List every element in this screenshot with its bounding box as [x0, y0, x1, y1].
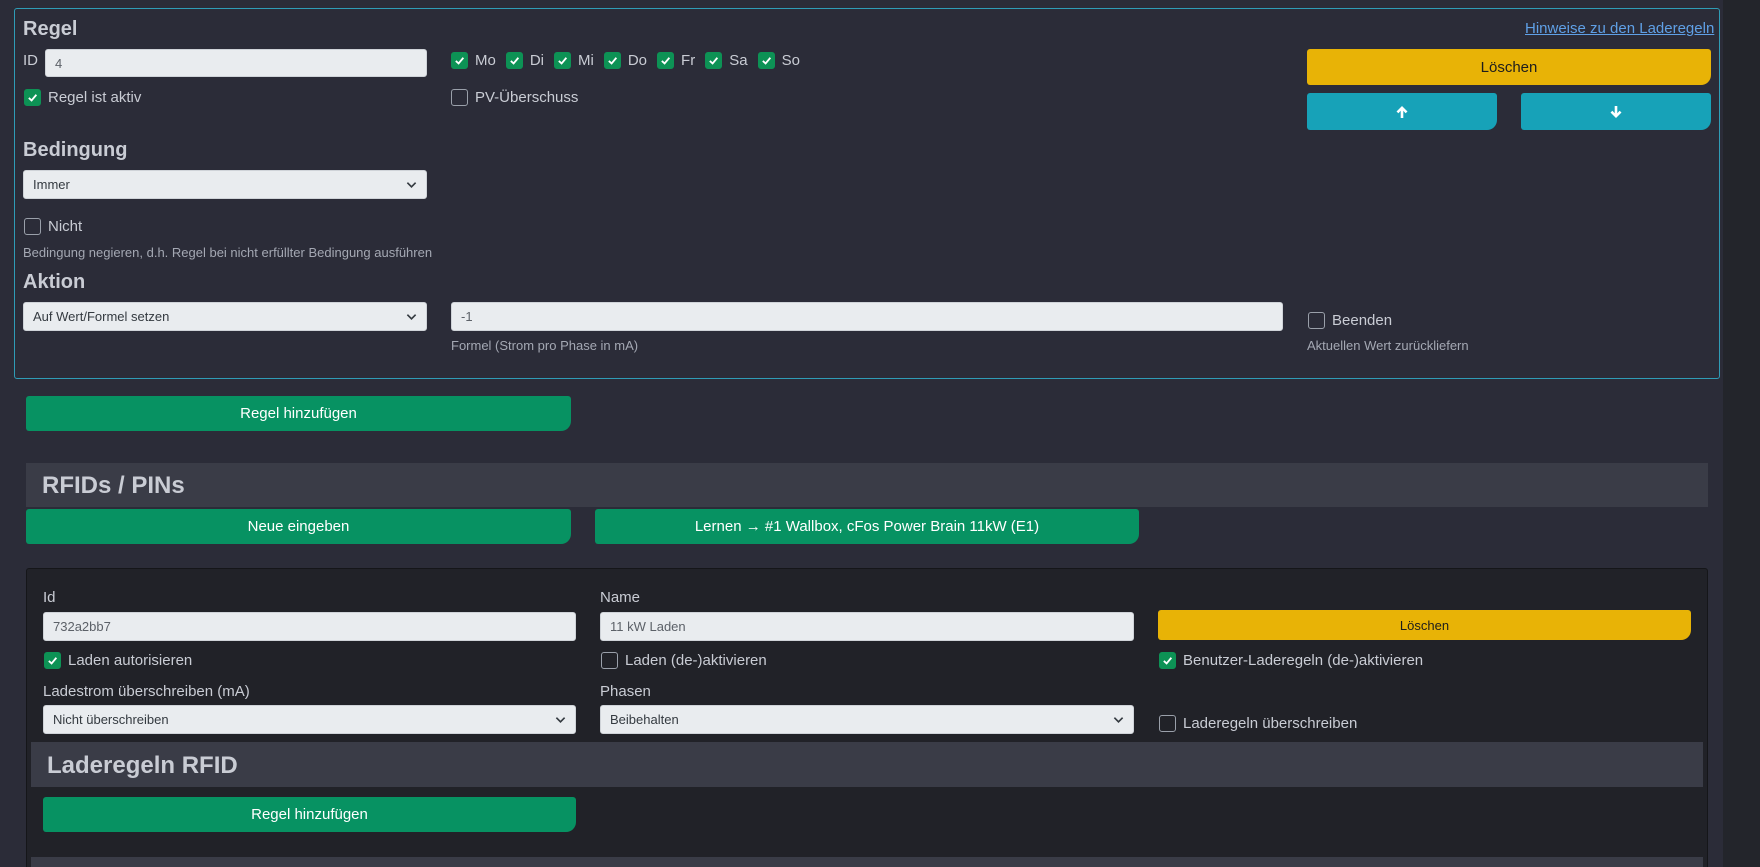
weekday-so[interactable]: So	[757, 52, 800, 69]
current-override-value: Nicht überschreiben	[53, 712, 169, 727]
formula-help: Formel (Strom pro Phase in mA)	[451, 338, 639, 353]
add-rule-button[interactable]: Regel hinzufügen	[26, 396, 571, 431]
authorize-label: Laden autorisieren	[68, 652, 193, 669]
chevron-down-icon	[406, 314, 417, 320]
checkbox-checked-icon	[757, 52, 775, 69]
condition-select[interactable]: Immer	[23, 170, 427, 199]
phases-label: Phasen	[600, 683, 651, 700]
checkbox-checked-icon	[657, 52, 675, 69]
weekday-label: Mi	[578, 52, 594, 69]
checkbox-unchecked-icon	[1159, 715, 1176, 732]
rfid-name-input[interactable]: 11 kW Laden	[600, 612, 1134, 641]
user-rules-label: Benutzer-Laderegeln (de-)aktivieren	[1183, 652, 1424, 669]
weekday-checkboxes: Mo Di Mi Do Fr Sa So	[451, 52, 802, 69]
override-rules-checkbox[interactable]: Laderegeln überschreiben	[1159, 715, 1357, 732]
rfid-name-value: 11 kW Laden	[610, 619, 686, 634]
phases-value: Beibehalten	[610, 712, 679, 727]
checkbox-unchecked-icon	[1308, 312, 1325, 329]
rfid-id-input[interactable]: 732a2bb7	[43, 612, 576, 641]
condition-not-help: Bedingung negieren, d.h. Regel bei nicht…	[23, 245, 433, 260]
chevron-down-icon	[555, 717, 566, 723]
formula-value: -1	[461, 309, 473, 324]
checkbox-checked-icon	[505, 52, 523, 69]
weekday-mo[interactable]: Mo	[451, 52, 496, 69]
formula-input[interactable]: -1	[451, 302, 1283, 331]
toggle-charge-label: Laden (de-)aktivieren	[625, 652, 767, 669]
weekday-do[interactable]: Do	[603, 52, 648, 69]
rule-delete-button[interactable]: Löschen	[1307, 49, 1711, 85]
action-title: Aktion	[23, 271, 86, 293]
weekday-label: Di	[529, 52, 545, 69]
chevron-down-icon	[406, 182, 417, 188]
weekday-label: Sa	[729, 52, 748, 69]
page-scroll-gutter	[1723, 0, 1760, 867]
override-rules-label: Laderegeln überschreiben	[1183, 715, 1358, 732]
weekday-label: So	[781, 52, 800, 69]
checkbox-checked-icon	[44, 652, 61, 669]
authorize-checkbox[interactable]: Laden autorisieren	[44, 652, 192, 669]
weekday-label: Mo	[475, 52, 496, 69]
rfid-rules-title: Laderegeln RFID	[47, 752, 238, 779]
next-section-header	[31, 857, 1703, 867]
move-down-button[interactable]	[1521, 93, 1711, 130]
action-select-value: Auf Wert/Formel setzen	[33, 309, 170, 324]
chevron-down-icon	[1113, 717, 1124, 723]
end-help: Aktuellen Wert zurückliefern	[1307, 338, 1469, 353]
rule-title: Regel	[23, 18, 78, 40]
move-up-button[interactable]	[1307, 93, 1497, 130]
condition-not-label: Nicht	[48, 218, 83, 235]
pv-surplus-checkbox[interactable]: PV-Überschuss	[451, 89, 578, 106]
rfid-section-header	[26, 463, 1708, 507]
condition-not-checkbox[interactable]: Nicht	[24, 218, 82, 235]
checkbox-unchecked-icon	[451, 89, 468, 106]
rfid-add-rule-button[interactable]: Regel hinzufügen	[43, 797, 576, 832]
end-label: Beenden	[1332, 312, 1393, 329]
checkbox-checked-icon	[24, 89, 41, 106]
current-override-select[interactable]: Nicht überschreiben	[43, 705, 576, 734]
rule-id-value: 4	[55, 55, 63, 71]
current-override-label: Ladestrom überschreiben (mA)	[43, 683, 250, 700]
weekday-sa[interactable]: Sa	[705, 52, 748, 69]
rfid-name-label: Name	[600, 589, 641, 606]
arrow-down-icon	[1610, 105, 1622, 118]
weekday-label: Do	[627, 52, 648, 69]
user-rules-checkbox[interactable]: Benutzer-Laderegeln (de-)aktivieren	[1159, 652, 1423, 669]
weekday-label: Fr	[681, 52, 696, 69]
rfid-learn-button[interactable]: Lernen → #1 Wallbox, cFos Power Brain 11…	[595, 509, 1139, 544]
weekday-fr[interactable]: Fr	[657, 52, 695, 69]
rule-id-input[interactable]: 4	[45, 49, 427, 77]
rfid-id-label: Id	[43, 589, 56, 606]
rfid-id-value: 732a2bb7	[53, 619, 111, 634]
arrow-up-icon	[1396, 105, 1408, 118]
weekday-di[interactable]: Di	[505, 52, 545, 69]
condition-title: Bedingung	[23, 139, 128, 161]
phases-select[interactable]: Beibehalten	[600, 705, 1134, 734]
pv-surplus-label: PV-Überschuss	[475, 89, 579, 106]
toggle-charge-checkbox[interactable]: Laden (de-)aktivieren	[601, 652, 767, 669]
weekday-mi[interactable]: Mi	[554, 52, 594, 69]
rule-active-checkbox[interactable]: Regel ist aktiv	[24, 89, 141, 106]
condition-select-value: Immer	[33, 177, 70, 192]
rfid-delete-button[interactable]: Löschen	[1158, 610, 1691, 640]
checkbox-unchecked-icon	[24, 218, 41, 235]
checkbox-checked-icon	[1159, 652, 1176, 669]
rule-active-label: Regel ist aktiv	[48, 89, 142, 106]
action-select[interactable]: Auf Wert/Formel setzen	[23, 302, 427, 331]
checkbox-checked-icon	[451, 52, 468, 69]
rfid-new-button[interactable]: Neue eingeben	[26, 509, 571, 544]
rfid-rules-header	[31, 742, 1703, 787]
rfid-section-title: RFIDs / PINs	[42, 472, 185, 499]
checkbox-checked-icon	[603, 52, 621, 69]
checkbox-unchecked-icon	[601, 652, 618, 669]
rule-hints-link[interactable]: Hinweise zu den Laderegeln	[1525, 20, 1714, 37]
checkbox-checked-icon	[554, 52, 572, 69]
checkbox-checked-icon	[705, 52, 723, 69]
end-checkbox[interactable]: Beenden	[1308, 312, 1392, 329]
rule-id-label: ID	[23, 52, 38, 69]
